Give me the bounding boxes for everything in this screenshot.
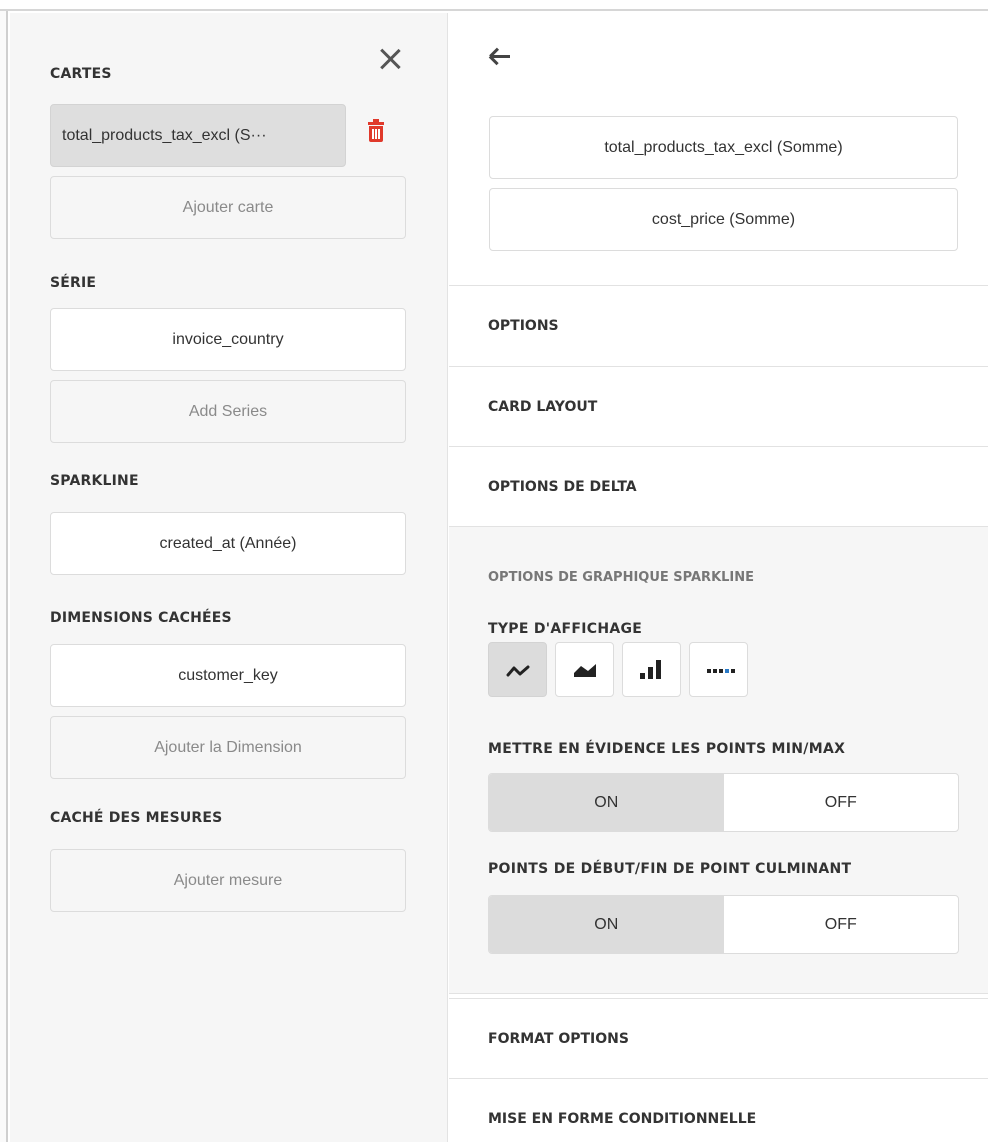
win-loss-button[interactable] (689, 642, 748, 697)
sparkline-options-panel: OPTIONS DE GRAPHIQUE SPARKLINE TYPE D'AF… (449, 526, 988, 994)
add-card-button[interactable]: Ajouter carte (50, 176, 406, 239)
section-title-hidden-measures: CACHÉ DES MESURES (50, 810, 223, 826)
section-options[interactable]: OPTIONS (449, 285, 988, 366)
display-type-label: TYPE D'AFFICHAGE (488, 621, 643, 637)
bindings-panel: CARTES total_products_tax_excl (S··· Ajo… (10, 13, 448, 1142)
hidden-dimension-item[interactable]: customer_key (50, 644, 406, 707)
highlight-minmax-label: METTRE EN ÉVIDENCE LES POINTS MIN/MAX (488, 741, 846, 757)
sparkline-options-title: OPTIONS DE GRAPHIQUE SPARKLINE (488, 570, 755, 585)
trash-icon[interactable] (367, 119, 385, 143)
add-series-button[interactable]: Add Series (50, 380, 406, 443)
top-border (0, 0, 988, 11)
highlight-minmax-toggle: ON OFF (488, 773, 959, 832)
section-title-cartes: CARTES (50, 66, 112, 82)
section-card-layout[interactable]: CARD LAYOUT (449, 366, 988, 447)
highlight-minmax-on[interactable]: ON (489, 774, 724, 831)
section-delta-options[interactable]: OPTIONS DE DELTA (449, 446, 988, 527)
section-title-hidden-dimensions: DIMENSIONS CACHÉES (50, 610, 232, 626)
add-measure-button[interactable]: Ajouter mesure (50, 849, 406, 912)
sparkline-item[interactable]: created_at (Année) (50, 512, 406, 575)
properties-panel: total_products_tax_excl (Somme) cost_pri… (449, 13, 988, 1142)
highlight-startend-on[interactable]: ON (489, 896, 724, 953)
measure-item[interactable]: total_products_tax_excl (Somme) (489, 116, 958, 179)
line-chart-icon (506, 665, 530, 677)
line-chart-button[interactable] (488, 642, 547, 697)
back-arrow-icon[interactable] (489, 46, 511, 66)
bar-chart-button[interactable] (622, 642, 681, 697)
card-item[interactable]: total_products_tax_excl (S··· (50, 104, 346, 167)
highlight-startend-label: POINTS DE DÉBUT/FIN DE POINT CULMINANT (488, 861, 852, 877)
section-title-serie: SÉRIE (50, 275, 97, 291)
highlight-minmax-off[interactable]: OFF (724, 774, 959, 831)
highlight-startend-off[interactable]: OFF (724, 896, 959, 953)
win-loss-icon (707, 669, 735, 673)
section-conditional-formatting[interactable]: MISE EN FORME CONDITIONNELLE (449, 1078, 988, 1142)
bar-chart-icon (640, 660, 661, 679)
highlight-startend-toggle: ON OFF (488, 895, 959, 954)
area-chart-icon (574, 664, 596, 677)
outer-left-edge (0, 11, 8, 1142)
area-chart-button[interactable] (555, 642, 614, 697)
section-format-options[interactable]: FORMAT OPTIONS (449, 998, 988, 1079)
add-dimension-button[interactable]: Ajouter la Dimension (50, 716, 406, 779)
measure-item[interactable]: cost_price (Somme) (489, 188, 958, 251)
section-title-sparkline: SPARKLINE (50, 473, 139, 489)
close-icon[interactable] (376, 45, 404, 73)
series-item[interactable]: invoice_country (50, 308, 406, 371)
